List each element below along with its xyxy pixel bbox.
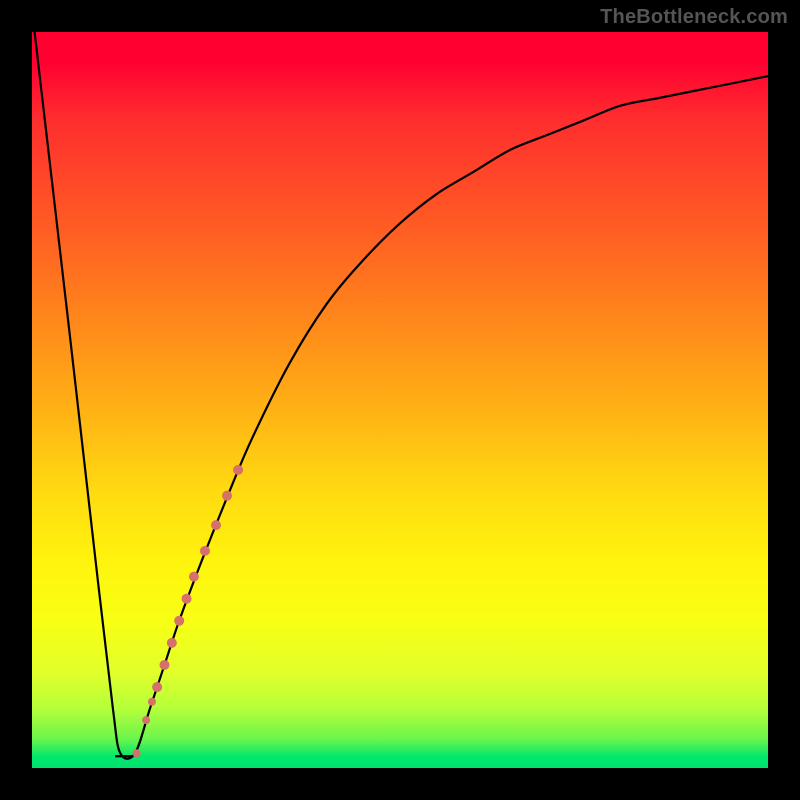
marker-dot xyxy=(148,698,156,706)
marker-dot xyxy=(142,716,150,724)
plot-area xyxy=(32,32,768,768)
marker-dot xyxy=(167,638,177,648)
marker-dot xyxy=(133,749,141,757)
marker-dot xyxy=(222,491,232,501)
curve-layer xyxy=(32,32,768,768)
marker-dot xyxy=(189,572,199,582)
marker-dot xyxy=(211,520,221,530)
chart-frame: TheBottleneck.com xyxy=(0,0,800,800)
marker-dot xyxy=(152,682,162,692)
marker-dot xyxy=(159,660,169,670)
watermark-text: TheBottleneck.com xyxy=(600,6,788,29)
marker-dot xyxy=(182,594,192,604)
marker-dot xyxy=(174,616,184,626)
marker-dot xyxy=(200,546,210,556)
bottleneck-curve xyxy=(32,32,768,759)
marker-dot xyxy=(233,465,243,475)
